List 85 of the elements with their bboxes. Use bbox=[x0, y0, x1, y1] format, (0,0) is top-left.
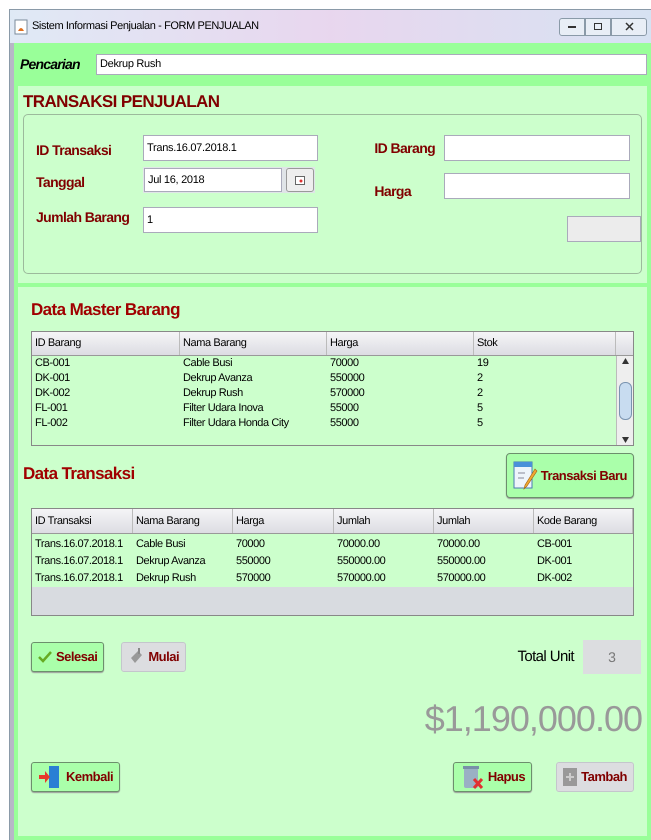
column-header[interactable]: Jumlah bbox=[334, 509, 434, 533]
scroll-down-icon[interactable] bbox=[622, 437, 628, 443]
scroll-up-icon[interactable] bbox=[622, 358, 628, 364]
total-amount: $1,190,000.00 bbox=[424, 697, 642, 741]
table-cell-text: Trans.16.07.2018.1 bbox=[34, 537, 124, 552]
table-cell-text: 19 bbox=[476, 356, 490, 371]
table-cell-text: Cable Busi bbox=[135, 537, 186, 552]
section-title: Data Transaksi bbox=[23, 463, 135, 485]
search-label: Pencarian bbox=[19, 55, 81, 74]
table-cell-text: DK-001 bbox=[536, 554, 573, 569]
field-label: ID Barang bbox=[374, 138, 436, 158]
app-icon bbox=[14, 18, 28, 34]
column-header[interactable]: Kode Barang bbox=[534, 509, 633, 533]
table-cell-text: 55000 bbox=[329, 401, 360, 416]
column-header[interactable]: ID Barang bbox=[32, 332, 180, 355]
text-field[interactable]: 1 bbox=[143, 207, 318, 233]
table-cell-text: Filter Udara Honda City bbox=[182, 416, 290, 431]
column-header[interactable]: Harga bbox=[327, 332, 474, 355]
table-cell-text: 570000 bbox=[329, 386, 366, 401]
table-cell-text: CB-001 bbox=[34, 356, 71, 371]
text-field[interactable]: Trans.16.07.2018.1 bbox=[143, 135, 318, 161]
field-label: ID Transaksi bbox=[36, 141, 112, 160]
minimize-button[interactable] bbox=[559, 18, 585, 36]
table-cell-text: 570000.00 bbox=[436, 571, 486, 586]
table-cell-text: 550000.00 bbox=[336, 554, 386, 569]
table-cell-text: 55000 bbox=[329, 416, 360, 431]
section-title: TRANSAKSI PENJUALAN bbox=[23, 91, 220, 113]
form-edit-icon bbox=[512, 460, 539, 490]
check-icon bbox=[38, 651, 52, 663]
table-cell-text: DK-001 bbox=[34, 371, 71, 386]
column-header[interactable]: ID Transaksi bbox=[32, 509, 133, 533]
table-cell-text: 570000 bbox=[235, 571, 272, 586]
plus-icon bbox=[563, 768, 578, 786]
column-header[interactable]: Stok bbox=[474, 332, 616, 355]
window-title: Sistem Informasi Penjualan - FORM PENJUALAN bbox=[32, 19, 259, 34]
new-transaction-button[interactable]: Transaksi Baru bbox=[506, 453, 634, 498]
table-cell-text: Dekrup Rush bbox=[182, 386, 244, 401]
table-cell-text: 5 bbox=[476, 401, 484, 416]
field-label: Harga bbox=[374, 182, 413, 201]
table-cell-text: 70000 bbox=[329, 356, 360, 371]
text-field[interactable] bbox=[444, 135, 630, 161]
table-cell-text: 70000 bbox=[235, 537, 266, 552]
table-cell-text: 5 bbox=[476, 416, 484, 431]
calendar-icon bbox=[295, 176, 305, 184]
field-label: Jumlah Barang bbox=[36, 208, 130, 227]
table-cell-text: FL-002 bbox=[34, 416, 68, 431]
total-unit-field: 3 bbox=[583, 640, 641, 674]
action-button[interactable]: Kembali bbox=[31, 762, 120, 792]
total-unit-label: Total Unit bbox=[517, 646, 574, 667]
date-field[interactable]: Jul 16, 2018 bbox=[144, 168, 282, 192]
field-label: Tanggal bbox=[36, 173, 86, 192]
close-button[interactable] bbox=[611, 18, 647, 36]
table-cell-text: FL-001 bbox=[34, 401, 68, 416]
table-cell-text: Filter Udara Inova bbox=[182, 401, 265, 416]
table-cell-text: Dekrup Rush bbox=[135, 571, 197, 586]
action-button[interactable]: Selesai bbox=[31, 642, 104, 672]
table-cell-text: Trans.16.07.2018.1 bbox=[34, 571, 124, 586]
door-icon bbox=[38, 765, 62, 789]
table-cell-text: 70000.00 bbox=[436, 537, 481, 552]
table-cell-text: 550000 bbox=[235, 554, 272, 569]
column-header[interactable]: Harga bbox=[233, 509, 334, 533]
maximize-button[interactable] bbox=[585, 18, 611, 36]
table-cell-text: 550000.00 bbox=[436, 554, 486, 569]
table-cell-text: 570000.00 bbox=[336, 571, 386, 586]
table-cell-text: DK-002 bbox=[34, 386, 71, 401]
table-cell-text: 2 bbox=[476, 371, 484, 386]
scrollbar[interactable] bbox=[616, 356, 633, 445]
calendar-button[interactable] bbox=[286, 168, 314, 192]
search-field[interactable]: Dekrup Rush bbox=[96, 54, 647, 75]
table-cell-text: Dekrup Avanza bbox=[182, 371, 254, 386]
table-cell-text: 70000.00 bbox=[336, 537, 381, 552]
table-cell-text: 550000 bbox=[329, 371, 366, 386]
table-cell-text: 2 bbox=[476, 386, 484, 401]
close-icon bbox=[624, 22, 634, 31]
column-header[interactable]: Nama Barang bbox=[133, 509, 233, 533]
text-field[interactable] bbox=[444, 172, 630, 198]
table-cell-text: Trans.16.07.2018.1 bbox=[34, 554, 124, 569]
table-cell-text: CB-001 bbox=[536, 537, 573, 552]
action-button[interactable]: Hapus bbox=[452, 762, 532, 792]
column-header[interactable]: Jumlah bbox=[434, 509, 534, 533]
section-title: Data Master Barang bbox=[31, 299, 181, 321]
table-cell-text: Cable Busi bbox=[182, 356, 234, 371]
column-header[interactable]: Nama Barang bbox=[180, 332, 327, 355]
table-cell-text: Dekrup Avanza bbox=[135, 554, 207, 569]
table-cell-text: DK-002 bbox=[536, 571, 573, 586]
